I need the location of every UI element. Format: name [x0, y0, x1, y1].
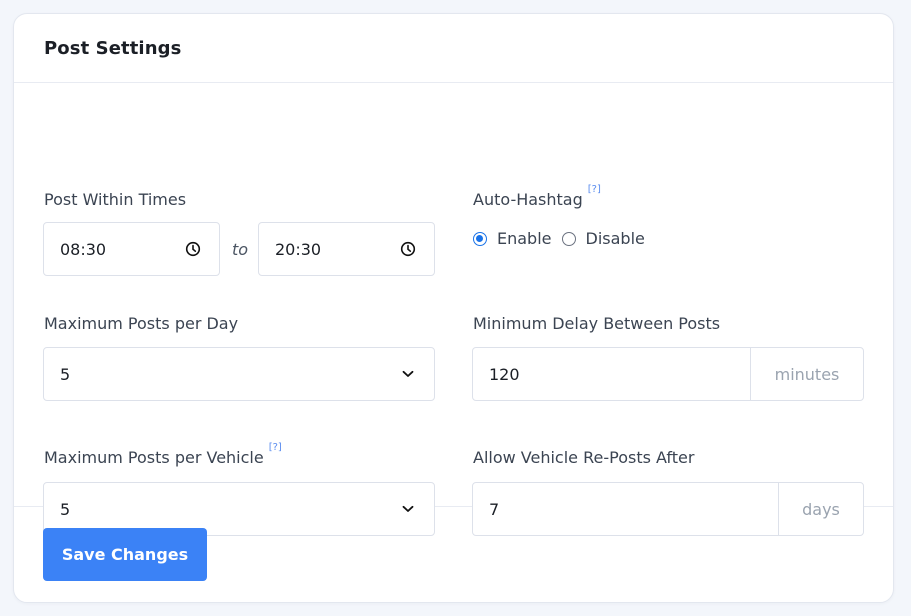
- card-header: Post Settings: [14, 14, 893, 83]
- max-posts-per-vehicle-value: 5: [60, 499, 71, 519]
- max-posts-per-vehicle-help-link[interactable]: [?]: [269, 442, 282, 454]
- chevron-down-icon: [402, 370, 414, 377]
- auto-hashtag-radio-group: Enable Disable: [473, 229, 655, 248]
- card-body: Post Within Times 08:30 to 20:30 Auto-Ha…: [14, 83, 893, 536]
- end-time-input[interactable]: 20:30: [258, 222, 435, 276]
- repost-after-input-group: 7 days: [472, 482, 864, 536]
- start-time-input[interactable]: 08:30: [43, 222, 220, 276]
- start-time-value: 08:30: [60, 239, 107, 259]
- clock-icon[interactable]: [400, 241, 416, 257]
- auto-hashtag-label-wrap: Auto-Hashtag [?]: [473, 184, 601, 211]
- min-delay-unit: minutes: [750, 348, 863, 400]
- auto-hashtag-help-link[interactable]: [?]: [588, 184, 601, 196]
- save-changes-button[interactable]: Save Changes: [43, 528, 207, 581]
- chevron-down-icon: [402, 505, 414, 512]
- end-time-value: 20:30: [275, 239, 322, 259]
- post-within-times-label-wrap: Post Within Times: [44, 189, 186, 211]
- max-posts-vehicle-label-wrap: Maximum Posts per Vehicle [?]: [44, 442, 282, 469]
- radio-disable[interactable]: [561, 231, 576, 246]
- radio-option-enable[interactable]: Enable: [473, 229, 552, 248]
- repost-after-label: Allow Vehicle Re-Posts After: [473, 448, 695, 467]
- max-posts-per-vehicle-label-text: Maximum Posts per Vehicle: [44, 448, 264, 467]
- min-delay-input-group: 120 minutes: [472, 347, 864, 401]
- auto-hashtag-label: Auto-Hashtag [?]: [473, 184, 601, 211]
- repost-after-label-wrap: Allow Vehicle Re-Posts After: [473, 447, 694, 469]
- max-posts-per-day-select[interactable]: 5: [43, 347, 435, 401]
- repost-after-unit: days: [778, 483, 863, 535]
- min-delay-label: Minimum Delay Between Posts: [473, 314, 721, 333]
- repost-after-input[interactable]: 7: [473, 500, 778, 519]
- radio-enable-label: Enable: [497, 229, 552, 248]
- radio-enable[interactable]: [473, 231, 487, 246]
- post-within-times-label: Post Within Times: [44, 190, 187, 209]
- max-posts-per-day-label: Maximum Posts per Day: [44, 314, 239, 333]
- radio-option-disable[interactable]: Disable: [561, 229, 645, 248]
- radio-disable-label: Disable: [585, 229, 645, 248]
- max-posts-per-vehicle-label: Maximum Posts per Vehicle [?]: [44, 442, 282, 469]
- auto-hashtag-label-text: Auto-Hashtag: [473, 190, 583, 209]
- time-range-separator: to: [232, 240, 249, 259]
- max-posts-day-label-wrap: Maximum Posts per Day: [44, 313, 238, 335]
- clock-icon[interactable]: [185, 241, 201, 257]
- min-delay-label-wrap: Minimum Delay Between Posts: [473, 313, 720, 335]
- max-posts-per-day-value: 5: [60, 364, 71, 384]
- post-settings-card: Post Settings Post Within Times 08:30 to…: [13, 13, 894, 603]
- min-delay-input[interactable]: 120: [473, 365, 750, 384]
- card-title: Post Settings: [44, 37, 182, 59]
